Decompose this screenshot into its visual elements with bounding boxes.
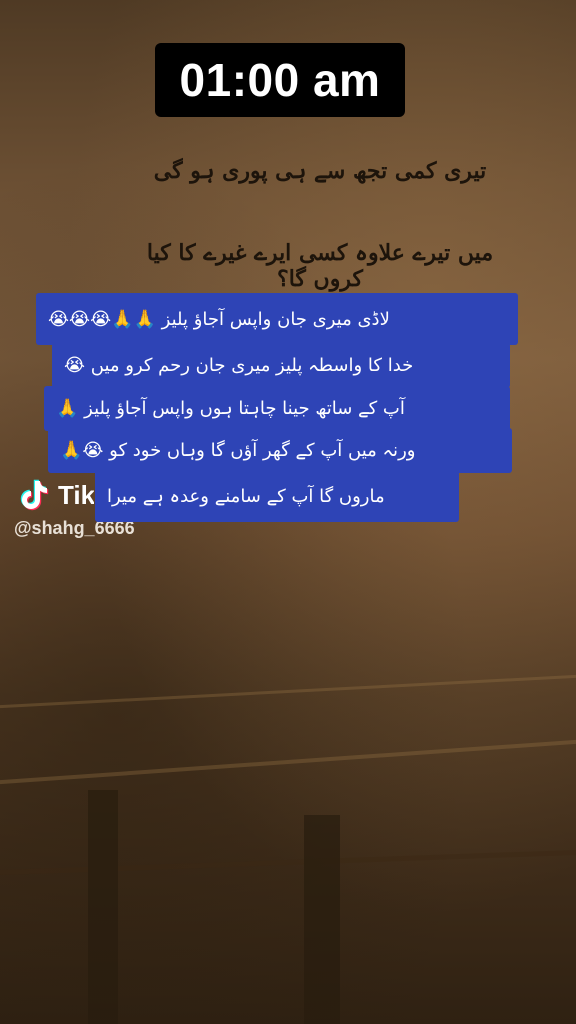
background-post [88, 790, 118, 1024]
caption-line-1: لاڈی میری جان واپس آجاؤ پلیز 🙏🙏😭😭😭 [36, 293, 518, 345]
tiktok-brand-text: TikTok [58, 479, 94, 510]
tiktok-watermark: TikTok [18, 478, 94, 512]
poetry-line-2: میں تیرے علاوہ کسی ایرے غیرے کا کیا کروں… [146, 240, 494, 292]
caption-line-3: آپ کے ساتھ جینا چاہتا ہوں واپس آجاؤ پلیز… [44, 386, 510, 431]
caption-line-4: ورنہ میں آپ کے گھر آؤں گا وہاں خود کو 😭🙏 [48, 428, 512, 473]
background-post [304, 815, 340, 1024]
caption-line-5: ماروں گا آپ کے سامنے وعدہ ہے میرا [95, 470, 459, 522]
time-label: 01:00 am [155, 43, 405, 117]
poetry-line-1: تیری کمی تجھ سے ہی پوری ہو گی [153, 158, 487, 184]
caption-line-2: خدا کا واسطہ پلیز میری جان رحم کرو میں 😭 [52, 343, 510, 388]
tiktok-icon [18, 478, 52, 512]
